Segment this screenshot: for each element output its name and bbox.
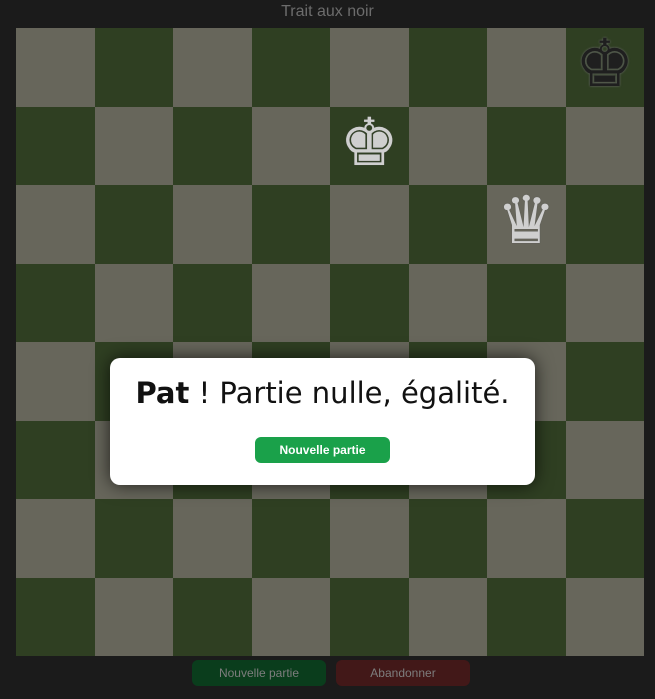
square-d7[interactable] — [251, 106, 330, 185]
resign-button[interactable]: Abandonner — [336, 660, 470, 686]
dialog-title-rest: ! Partie nulle, égalité. — [189, 376, 510, 410]
square-b5[interactable] — [94, 263, 173, 342]
square-a3[interactable] — [16, 420, 95, 499]
square-a8[interactable] — [16, 28, 95, 107]
square-h7[interactable] — [565, 106, 644, 185]
square-f7[interactable] — [408, 106, 487, 185]
square-g5[interactable] — [487, 263, 566, 342]
square-e5[interactable] — [330, 263, 409, 342]
square-f6[interactable] — [408, 185, 487, 264]
square-h5[interactable] — [565, 263, 644, 342]
square-f1[interactable] — [408, 577, 487, 656]
square-g2[interactable] — [487, 499, 566, 578]
square-c7[interactable] — [173, 106, 252, 185]
square-h3[interactable] — [565, 420, 644, 499]
square-g8[interactable] — [487, 28, 566, 107]
square-h4[interactable] — [565, 342, 644, 421]
square-a1[interactable] — [16, 577, 95, 656]
square-a6[interactable] — [16, 185, 95, 264]
square-a2[interactable] — [16, 499, 95, 578]
square-f5[interactable] — [408, 263, 487, 342]
square-e8[interactable] — [330, 28, 409, 107]
square-b1[interactable] — [94, 577, 173, 656]
square-e7[interactable]: ♚ — [330, 106, 409, 185]
square-d8[interactable] — [251, 28, 330, 107]
square-c1[interactable] — [173, 577, 252, 656]
square-d1[interactable] — [251, 577, 330, 656]
square-d6[interactable] — [251, 185, 330, 264]
square-e6[interactable] — [330, 185, 409, 264]
dialog-title-bold: Pat — [135, 376, 190, 410]
black-king-icon[interactable]: ♚ — [575, 31, 634, 97]
square-b2[interactable] — [94, 499, 173, 578]
square-e1[interactable] — [330, 577, 409, 656]
square-c6[interactable] — [173, 185, 252, 264]
square-g1[interactable] — [487, 577, 566, 656]
dialog-new-game-button[interactable]: Nouvelle partie — [255, 437, 390, 463]
square-h2[interactable] — [565, 499, 644, 578]
square-h1[interactable] — [565, 577, 644, 656]
white-queen-icon[interactable]: ♛ — [497, 188, 556, 254]
turn-indicator: Trait aux noir — [281, 3, 374, 20]
square-d5[interactable] — [251, 263, 330, 342]
square-e2[interactable] — [330, 499, 409, 578]
square-c2[interactable] — [173, 499, 252, 578]
square-b6[interactable] — [94, 185, 173, 264]
square-a5[interactable] — [16, 263, 95, 342]
square-g6[interactable]: ♛ — [487, 185, 566, 264]
square-h8[interactable]: ♚ — [565, 28, 644, 107]
square-d2[interactable] — [251, 499, 330, 578]
square-f2[interactable] — [408, 499, 487, 578]
square-h6[interactable] — [565, 185, 644, 264]
white-king-icon[interactable]: ♚ — [340, 109, 399, 176]
square-b8[interactable] — [94, 28, 173, 107]
square-c8[interactable] — [173, 28, 252, 107]
square-c5[interactable] — [173, 263, 252, 342]
dialog-message: Pat ! Partie nulle, égalité. — [110, 376, 535, 410]
square-a7[interactable] — [16, 106, 95, 185]
stalemate-dialog: Pat ! Partie nulle, égalité. Nouvelle pa… — [110, 358, 535, 485]
new-game-button[interactable]: Nouvelle partie — [192, 660, 326, 686]
square-g7[interactable] — [487, 106, 566, 185]
square-f8[interactable] — [408, 28, 487, 107]
square-a4[interactable] — [16, 342, 95, 421]
chess-board[interactable]: ♚ ♚ ♛ — [16, 28, 644, 656]
square-b7[interactable] — [94, 106, 173, 185]
